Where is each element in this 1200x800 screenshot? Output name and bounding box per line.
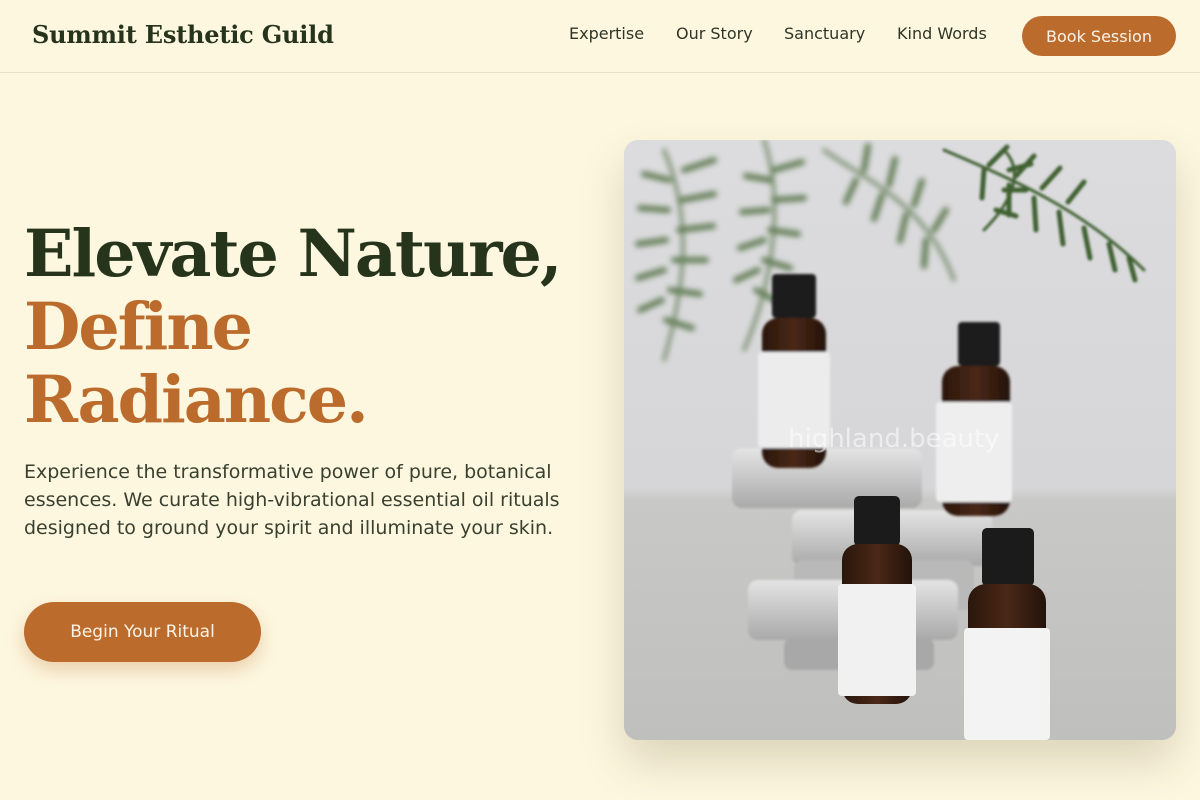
nav-link-expertise[interactable]: Expertise — [569, 24, 644, 43]
hero-title-line-3: Radiance. — [24, 362, 369, 438]
nav-link-sanctuary[interactable]: Sanctuary — [784, 24, 865, 43]
hero-title: Elevate Nature, Define Radiance. — [24, 216, 563, 438]
site-header: Summit Esthetic Guild Expertise Our Stor… — [0, 0, 1200, 73]
nav-link-kind-words[interactable]: Kind Words — [897, 24, 987, 43]
image-watermark: highland.beauty — [788, 424, 1000, 454]
book-session-button[interactable]: Book Session — [1022, 16, 1176, 56]
hero-title-line-2: Define — [24, 289, 253, 365]
nav-link-our-story[interactable]: Our Story — [676, 24, 753, 43]
hero-description: Experience the transformative power of p… — [24, 461, 560, 539]
begin-ritual-button[interactable]: Begin Your Ritual — [24, 602, 261, 662]
hero-product-image: highland.beauty — [624, 140, 1176, 740]
hero-title-line-1: Elevate Nature, — [24, 216, 563, 292]
brand-logo[interactable]: Summit Esthetic Guild — [32, 20, 334, 49]
